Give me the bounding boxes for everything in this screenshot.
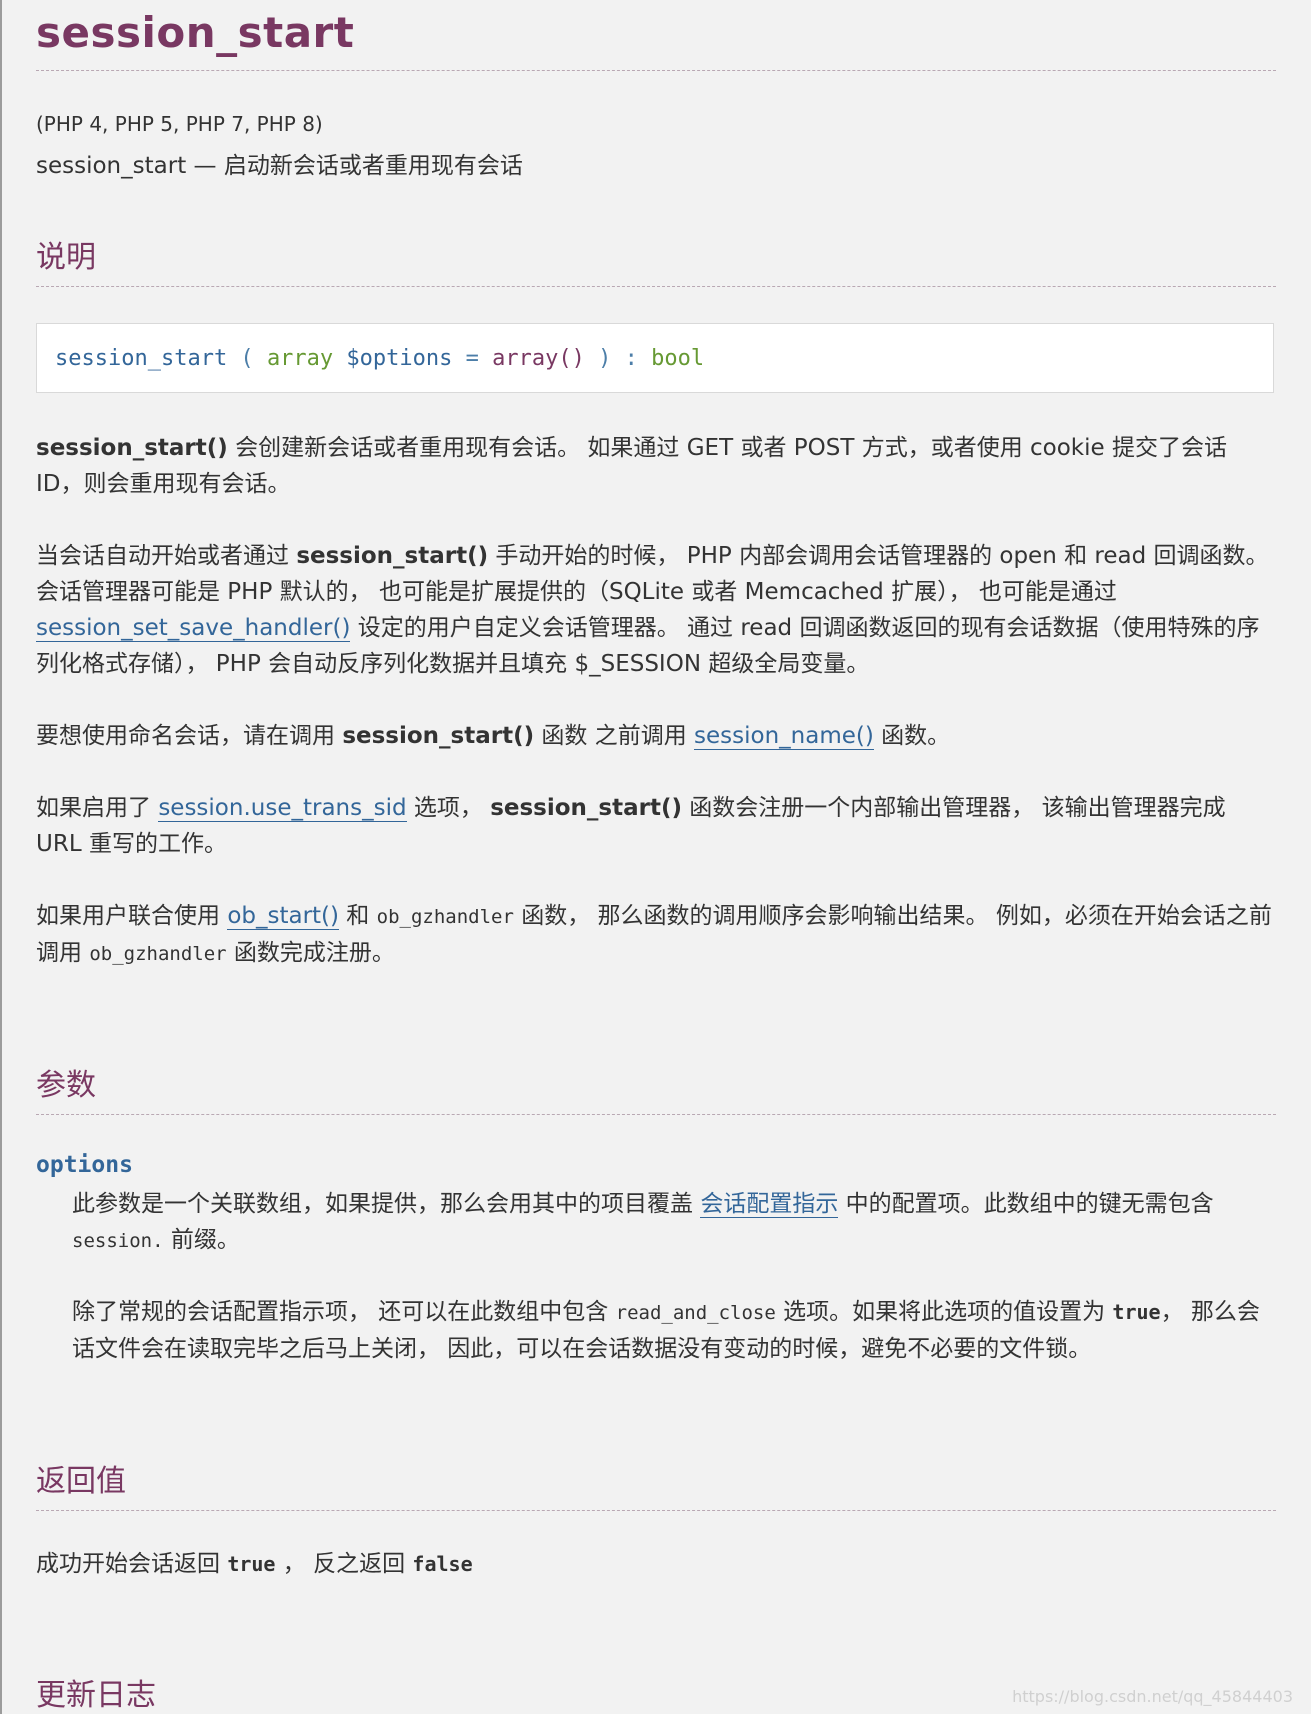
ref-purpose: session_start — 启动新会话或者重用现有会话 xyxy=(36,153,523,179)
link-session-set-save-handler[interactable]: session_set_save_handler() xyxy=(36,615,351,642)
parameter-name: options xyxy=(36,1152,133,1178)
constant-true: true xyxy=(227,1552,276,1576)
parameter-description-2: 除了常规的会话配置指示项， 还可以在此数组中包含 read_and_close … xyxy=(72,1294,1276,1367)
paren-close: ) : xyxy=(584,346,652,371)
function-name: session_start() xyxy=(296,543,489,569)
page-title: session_start xyxy=(36,8,355,57)
section-heading-description: 说明 xyxy=(36,240,96,275)
text: 中的配置项。此数组中的键无需包含 xyxy=(838,1191,1214,1217)
section-heading-parameters: 参数 xyxy=(36,1068,96,1103)
literal-code: ob_gzhandler xyxy=(89,943,227,965)
text: 选项。如果将此选项的值设置为 xyxy=(775,1299,1113,1325)
param-default: array() xyxy=(492,346,585,371)
text: 函数 之前调用 xyxy=(534,723,695,749)
link-use-trans-sid[interactable]: session.use_trans_sid xyxy=(158,795,407,822)
text: 前缀。 xyxy=(163,1227,240,1253)
description-paragraph-3: 要想使用命名会话，请在调用 session_start() 函数 之前调用 se… xyxy=(36,718,1276,754)
section-divider xyxy=(36,1510,1276,1511)
text: 如果启用了 xyxy=(36,795,159,821)
param-type: array xyxy=(266,346,334,371)
text: ， 反之返回 xyxy=(275,1551,413,1577)
section-heading-return-values: 返回值 xyxy=(36,1464,126,1499)
description-paragraph-2: 当会话自动开始或者通过 session_start() 手动开始的时候， PHP… xyxy=(36,538,1276,682)
text: 除了常规的会话配置指示项， 还可以在此数组中包含 xyxy=(72,1299,616,1325)
parameter-description-1: 此参数是一个关联数组，如果提供，那么会用其中的项目覆盖 会话配置指示 中的配置项… xyxy=(72,1186,1276,1259)
method-name: session_start xyxy=(55,346,228,371)
paren-open: ( xyxy=(227,346,267,371)
section-divider xyxy=(36,286,1276,287)
literal-code: read_and_close xyxy=(615,1302,776,1324)
text: 函数完成注册。 xyxy=(226,940,395,966)
function-name: session_start() xyxy=(490,795,682,821)
text: 当会话自动开始或者通过 xyxy=(36,543,297,569)
link-ob-start[interactable]: ob_start() xyxy=(227,903,339,930)
equals: = xyxy=(452,346,493,371)
title-divider xyxy=(36,70,1276,71)
method-synopsis: session_start ( array $options = array()… xyxy=(36,323,1274,393)
param-var: $options xyxy=(346,346,453,371)
text: 要想使用命名会话，请在调用 xyxy=(36,723,343,749)
literal-code: session. xyxy=(72,1230,164,1252)
text: 此参数是一个关联数组，如果提供，那么会用其中的项目覆盖 xyxy=(72,1191,701,1217)
text: 选项， xyxy=(406,795,491,821)
section-divider xyxy=(36,1114,1276,1115)
watermark: https://blog.csdn.net/qq_45844403 xyxy=(1012,1687,1293,1706)
link-session-name[interactable]: session_name() xyxy=(694,723,874,750)
return-value-paragraph: 成功开始会话返回 true ， 反之返回 false xyxy=(36,1546,1276,1582)
function-name: session_start() xyxy=(342,723,535,749)
section-heading-changelog: 更新日志 xyxy=(36,1678,156,1713)
left-border xyxy=(0,0,2,1714)
constant-false: false xyxy=(412,1552,473,1576)
text: 函数。 xyxy=(873,723,951,749)
literal-code: ob_gzhandler xyxy=(376,906,514,928)
description-paragraph-1: session_start() 会创建新会话或者重用现有会话。 如果通过 GET… xyxy=(36,430,1276,502)
description-paragraph-5: 如果用户联合使用 ob_start() 和 ob_gzhandler 函数， 那… xyxy=(36,898,1276,972)
return-type: bool xyxy=(651,346,705,371)
constant-true: true xyxy=(1112,1300,1161,1324)
text: 如果用户联合使用 xyxy=(36,903,228,929)
function-name: session_start() xyxy=(36,435,228,461)
description-paragraph-4: 如果启用了 session.use_trans_sid 选项， session_… xyxy=(36,790,1276,862)
text: 和 xyxy=(339,903,377,929)
php-versions: (PHP 4, PHP 5, PHP 7, PHP 8) xyxy=(36,112,323,136)
text: 成功开始会话返回 xyxy=(36,1551,228,1577)
link-session-config[interactable]: 会话配置指示 xyxy=(700,1191,839,1218)
